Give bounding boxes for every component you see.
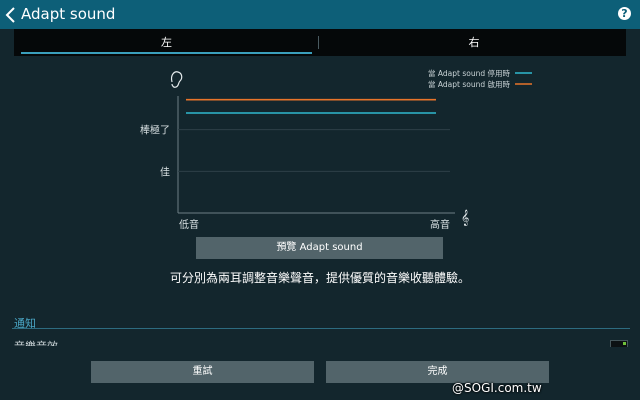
legend-label-1: 當 Adapt sound 啟用時: [428, 79, 510, 89]
y-tick-label-1: 棒極了: [140, 124, 170, 137]
music-effect-label: 音樂音效: [14, 336, 58, 346]
description-text: 可分別為兩耳調整音樂聲音，提供優質的音樂收聽體驗。: [169, 271, 470, 285]
legend-label-0: 當 Adapt sound 停用時: [428, 68, 510, 78]
tab-right-label: 右: [468, 36, 480, 49]
treble-clef-icon: 𝄞: [461, 210, 469, 226]
preview-adapt-sound-button[interactable]: 預覽 Adapt sound: [196, 237, 443, 259]
tab-selected-indicator: [21, 52, 312, 54]
music-effect-checkbox[interactable]: [610, 340, 628, 347]
chevron-left-icon[interactable]: [4, 6, 18, 24]
action-bar: Adapt sound ?: [0, 0, 640, 29]
page-title: Adapt sound: [21, 5, 116, 23]
ear-tabs: 左 右: [14, 29, 626, 56]
tab-divider: [318, 36, 319, 49]
tab-right[interactable]: 右: [322, 29, 626, 56]
ear-icon: [170, 71, 183, 88]
x-tick-label-high: 高音: [430, 218, 450, 231]
section-divider: [12, 328, 630, 329]
x-tick-label-low: 低音: [179, 218, 199, 231]
done-button[interactable]: 完成: [326, 361, 549, 383]
y-tick-label-0: 佳: [160, 165, 170, 178]
reset-button[interactable]: 重試: [91, 361, 314, 383]
watermark: @SOGI.com.tw: [452, 381, 542, 395]
question-mark-icon[interactable]: ?: [618, 7, 631, 20]
